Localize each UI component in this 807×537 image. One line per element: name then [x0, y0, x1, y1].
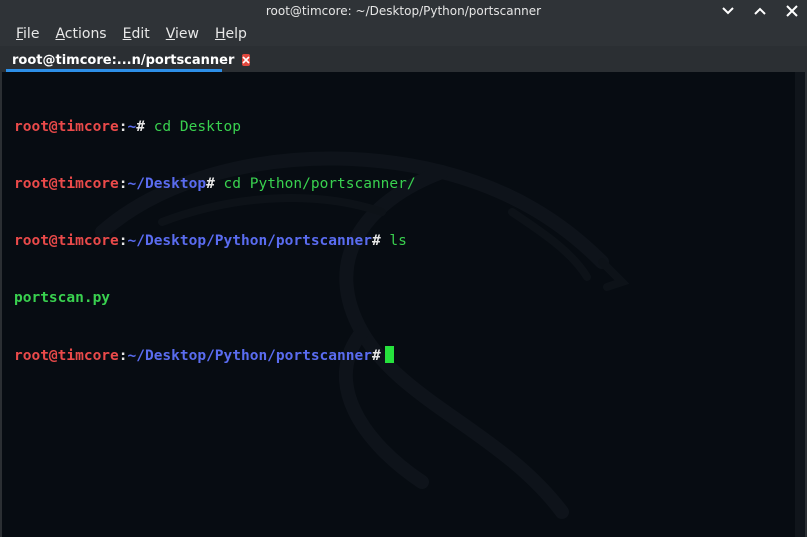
tab-bar: root@timcore:...n/portscanner: [0, 46, 807, 72]
terminal-line: root@timcore:~/Desktop/Python/portscanne…: [14, 233, 407, 249]
close-window-button[interactable]: [785, 4, 799, 18]
terminal-line: root@timcore:~/Desktop# cd Python/portsc…: [14, 176, 416, 192]
close-icon: [786, 5, 798, 17]
terminal-line: root@timcore:~# cd Desktop: [14, 119, 241, 135]
window-title: root@timcore: ~/Desktop/Python/portscann…: [265, 4, 542, 18]
terminal-output: root@timcore:~# cd Desktop root@timcore:…: [14, 80, 416, 403]
tab-label: root@timcore:...n/portscanner: [12, 52, 235, 68]
terminal-window: root@timcore: ~/Desktop/Python/portscann…: [0, 0, 807, 537]
terminal-area[interactable]: root@timcore:~# cd Desktop root@timcore:…: [2, 72, 805, 537]
menu-file[interactable]: File: [8, 22, 47, 46]
terminal-prompt-line: root@timcore:~/Desktop/Python/portscanne…: [14, 346, 416, 365]
text-cursor: [384, 346, 394, 363]
title-bar[interactable]: root@timcore: ~/Desktop/Python/portscann…: [0, 0, 807, 22]
menu-bar: File Actions Edit View Help: [0, 22, 807, 46]
close-icon: [242, 56, 250, 64]
menu-help[interactable]: Help: [207, 22, 255, 46]
minimize-button[interactable]: [721, 4, 735, 18]
tab-close-button[interactable]: [242, 54, 251, 66]
chevron-up-icon: [754, 7, 766, 15]
menu-edit[interactable]: Edit: [115, 22, 158, 46]
scrollbar[interactable]: [795, 72, 805, 537]
maximize-button[interactable]: [753, 4, 767, 18]
chevron-down-icon: [722, 7, 734, 15]
window-controls: [721, 0, 799, 22]
terminal-line: portscan.py: [14, 289, 416, 308]
menu-view[interactable]: View: [158, 22, 207, 46]
menu-actions[interactable]: Actions: [47, 22, 114, 46]
file-name: portscan.py: [14, 290, 111, 306]
